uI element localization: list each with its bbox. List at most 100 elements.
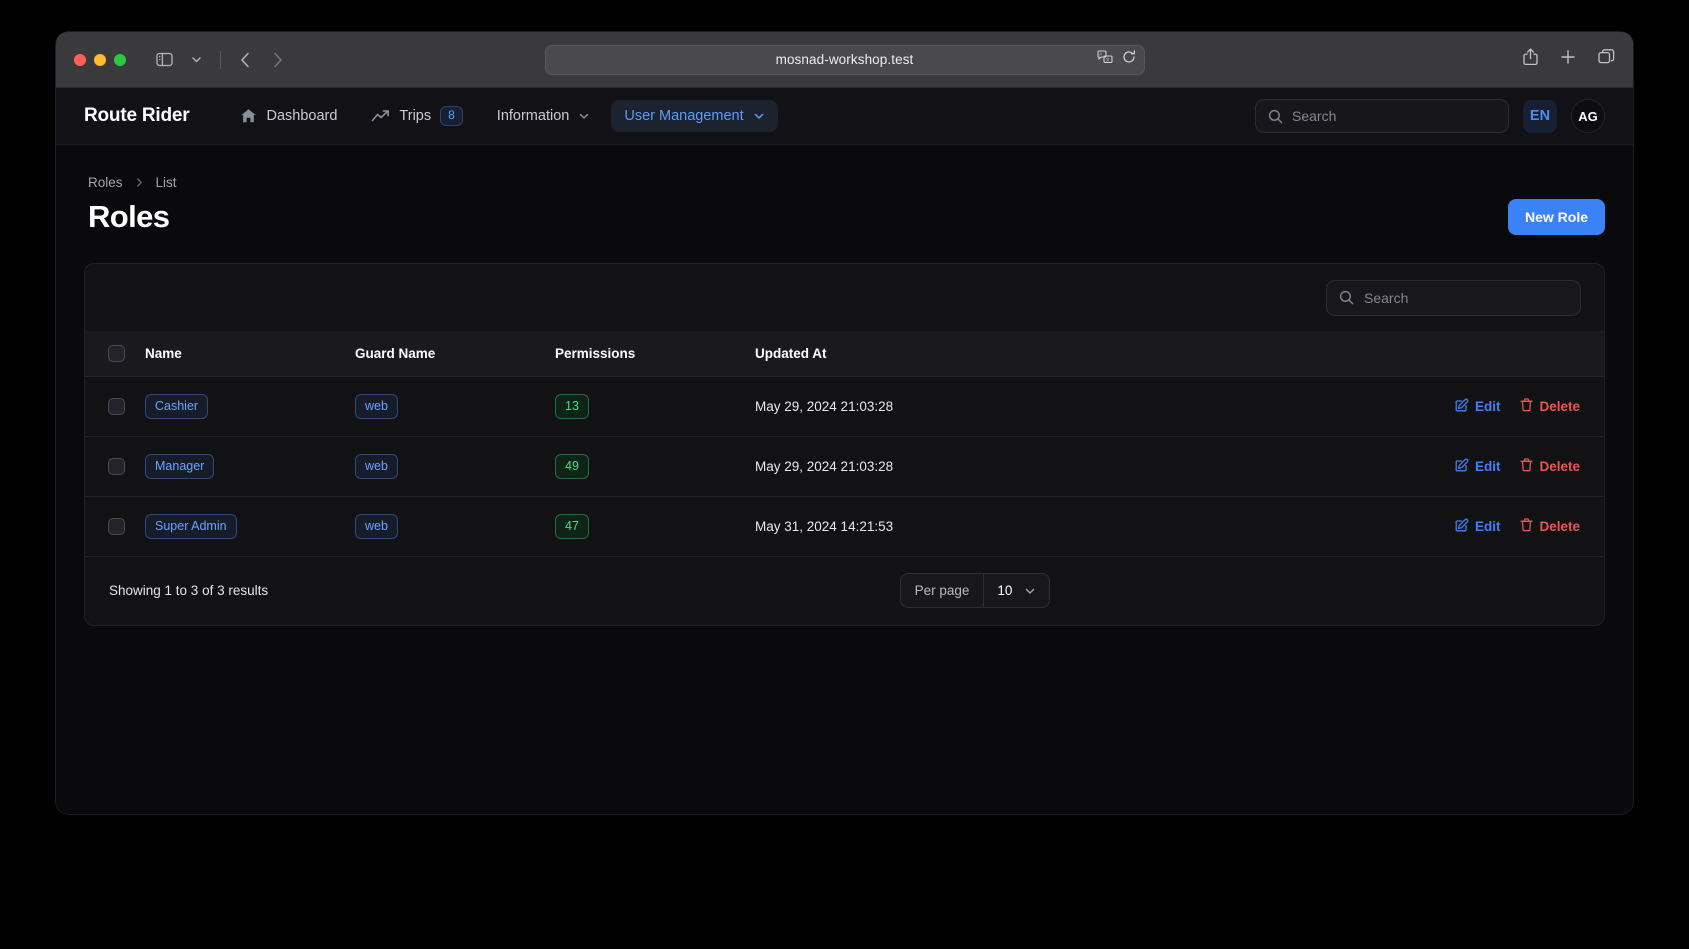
url-text: mosnad-workshop.test bbox=[775, 52, 914, 67]
svg-text:A: A bbox=[1099, 52, 1102, 57]
edit-action[interactable]: Edit bbox=[1455, 518, 1501, 535]
updated-at-cell: May 29, 2024 21:03:28 bbox=[755, 376, 1115, 437]
address-bar[interactable]: mosnad-workshop.test A 文 bbox=[544, 44, 1145, 75]
trash-icon bbox=[1520, 398, 1534, 415]
main-nav: Dashboard Trips 8 Information User Manag… bbox=[227, 98, 778, 135]
nav-item-information[interactable]: Information bbox=[484, 100, 604, 132]
updated-at-cell: May 31, 2024 14:21:53 bbox=[755, 496, 1115, 557]
chevron-right-icon bbox=[134, 177, 145, 188]
edit-action[interactable]: Edit bbox=[1455, 398, 1500, 415]
avatar[interactable]: AG bbox=[1571, 99, 1605, 133]
row-actions-cell: Edit Delete bbox=[1115, 496, 1604, 557]
breadcrumb-item-list[interactable]: List bbox=[156, 175, 177, 190]
edit-action[interactable]: Edit bbox=[1455, 458, 1501, 475]
toolbar-divider bbox=[220, 50, 221, 69]
tab-overview-icon[interactable] bbox=[1598, 49, 1615, 70]
reload-icon[interactable] bbox=[1122, 50, 1136, 69]
app-brand[interactable]: Route Rider bbox=[84, 105, 190, 127]
page-title: Roles bbox=[88, 199, 170, 234]
plus-icon[interactable] bbox=[1560, 49, 1576, 70]
breadcrumb: Roles List bbox=[88, 175, 1605, 190]
guard-name-cell: web bbox=[355, 436, 555, 497]
home-icon bbox=[240, 108, 257, 124]
row-select-cell bbox=[85, 436, 145, 497]
row-checkbox[interactable] bbox=[108, 517, 125, 535]
table-search[interactable] bbox=[1326, 279, 1581, 316]
delete-action[interactable]: Delete bbox=[1520, 518, 1580, 535]
nav-item-label: Information bbox=[496, 108, 570, 124]
breadcrumb-item-roles[interactable]: Roles bbox=[88, 175, 123, 190]
edit-label: Edit bbox=[1474, 458, 1501, 474]
chevron-down-icon bbox=[1024, 585, 1036, 597]
row-select-cell bbox=[85, 496, 145, 557]
close-window-button[interactable] bbox=[74, 53, 86, 66]
delete-label: Delete bbox=[1539, 398, 1580, 414]
row-actions-cell: Edit Delete bbox=[1115, 436, 1604, 497]
column-header-perms[interactable]: Permissions bbox=[555, 331, 755, 377]
guard-tag: web bbox=[355, 513, 398, 539]
permissions-cell: 49 bbox=[555, 436, 755, 497]
browser-nav-group bbox=[150, 48, 291, 72]
column-header-updated[interactable]: Updated At bbox=[755, 331, 1115, 377]
role-name-cell: Super Admin bbox=[145, 496, 355, 557]
table-toolbar bbox=[85, 264, 1604, 331]
chevron-down-icon[interactable] bbox=[182, 48, 210, 72]
search-icon bbox=[1268, 109, 1283, 124]
nav-item-trips[interactable]: Trips 8 bbox=[358, 98, 475, 135]
page-header: Roles New Role bbox=[88, 199, 1605, 235]
browser-window: mosnad-workshop.test A 文 Route Rider Das… bbox=[56, 32, 1633, 814]
role-name-cell: Cashier bbox=[145, 376, 355, 437]
column-header-guard[interactable]: Guard Name bbox=[355, 331, 555, 377]
row-select-cell bbox=[85, 376, 145, 437]
nav-item-user-management[interactable]: User Management bbox=[611, 100, 778, 132]
roles-table-card: Name Guard Name Permissions Updated At bbox=[84, 263, 1605, 626]
per-page-control[interactable]: Per page 10 bbox=[899, 573, 1051, 609]
application-viewport: Route Rider Dashboard Trips 8 Informatio… bbox=[56, 88, 1633, 814]
global-search[interactable] bbox=[1255, 99, 1509, 133]
sidebar-icon[interactable] bbox=[150, 48, 178, 72]
nav-item-label: User Management bbox=[624, 108, 744, 124]
table-row[interactable]: Super Admin web 47 May 31, 2024 14:21:53 bbox=[85, 496, 1604, 557]
delete-action[interactable]: Delete bbox=[1520, 398, 1580, 415]
edit-label: Edit bbox=[1474, 518, 1501, 534]
nav-badge-trips: 8 bbox=[440, 105, 463, 127]
delete-action[interactable]: Delete bbox=[1520, 458, 1580, 475]
select-all-checkbox[interactable] bbox=[108, 345, 125, 362]
table-search-input[interactable] bbox=[1364, 289, 1568, 306]
per-page-select[interactable]: 10 bbox=[984, 574, 1049, 607]
trash-icon bbox=[1520, 458, 1534, 475]
row-actions: Edit Delete bbox=[1115, 458, 1580, 475]
per-page-value: 10 bbox=[997, 583, 1013, 599]
new-role-button[interactable]: New Role bbox=[1507, 199, 1605, 235]
row-checkbox[interactable] bbox=[108, 397, 125, 415]
table-row[interactable]: Manager web 49 May 29, 2024 21:03:28 Edi… bbox=[85, 436, 1604, 497]
row-actions: Edit Delete bbox=[1115, 398, 1580, 415]
guard-tag: web bbox=[355, 394, 398, 419]
column-header-name[interactable]: Name bbox=[145, 331, 355, 377]
permissions-cell: 47 bbox=[555, 496, 755, 557]
row-actions-cell: Edit Delete bbox=[1115, 376, 1604, 437]
browser-toolbar: mosnad-workshop.test A 文 bbox=[56, 32, 1633, 88]
nav-item-label: Trips bbox=[399, 108, 432, 124]
translate-icon[interactable]: A 文 bbox=[1096, 50, 1113, 69]
table-row[interactable]: Cashier web 13 May 29, 2024 21:03:28 Edi… bbox=[85, 376, 1604, 437]
nav-item-dashboard[interactable]: Dashboard bbox=[227, 100, 350, 132]
role-name-cell: Manager bbox=[145, 436, 355, 497]
edit-icon bbox=[1455, 398, 1469, 415]
language-switcher[interactable]: EN bbox=[1523, 99, 1557, 133]
role-name-tag: Cashier bbox=[145, 394, 209, 419]
maximize-window-button[interactable] bbox=[114, 53, 126, 66]
column-header-actions bbox=[1115, 331, 1604, 377]
row-checkbox[interactable] bbox=[108, 457, 125, 475]
address-bar-actions: A 文 bbox=[1096, 50, 1136, 69]
minimize-window-button[interactable] bbox=[94, 53, 106, 66]
window-traffic-lights[interactable] bbox=[74, 53, 126, 66]
back-chevron-icon[interactable] bbox=[231, 48, 259, 72]
guard-tag: web bbox=[355, 453, 398, 479]
forward-chevron-icon[interactable] bbox=[263, 48, 291, 72]
search-input[interactable] bbox=[1292, 108, 1496, 124]
role-name-tag: Manager bbox=[145, 453, 215, 479]
trending-up-icon bbox=[371, 109, 390, 123]
delete-label: Delete bbox=[1539, 518, 1580, 534]
share-icon[interactable] bbox=[1523, 48, 1538, 71]
